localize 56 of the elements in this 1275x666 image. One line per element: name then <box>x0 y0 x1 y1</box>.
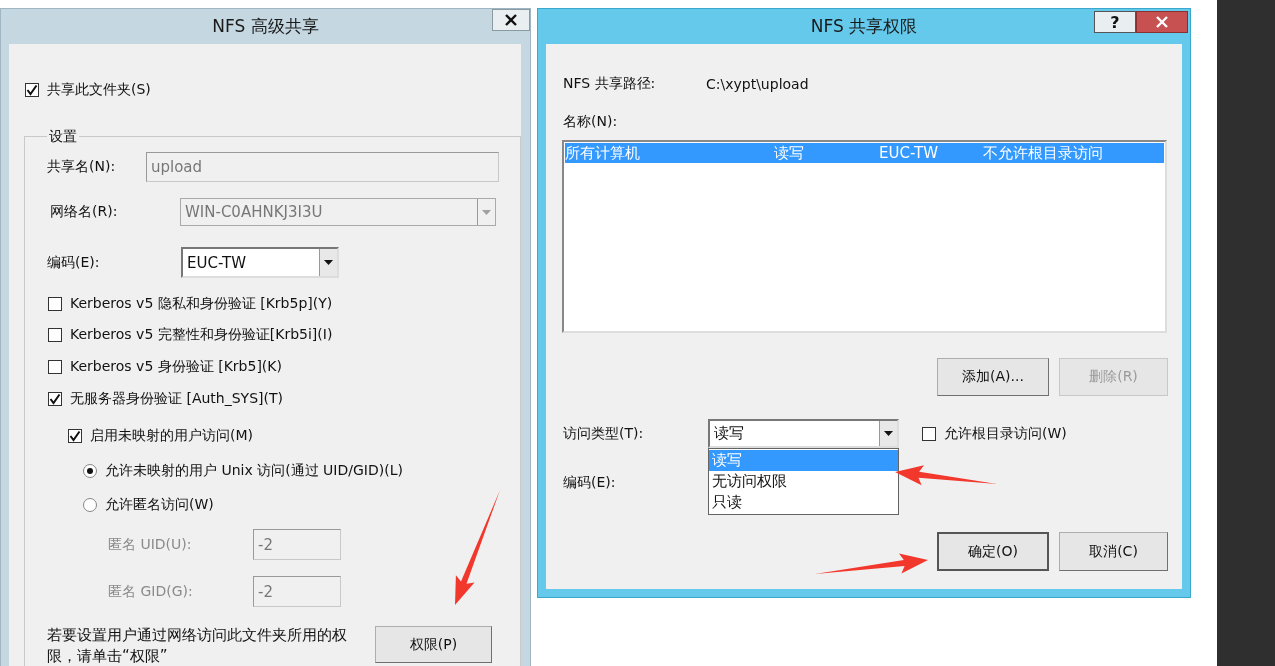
checkbox[interactable] <box>25 83 39 97</box>
dropdown-option[interactable]: 无访问权限 <box>709 471 898 492</box>
window-title: NFS 共享权限 <box>810 15 918 38</box>
checkbox-label: 允许根目录访问(W) <box>944 424 1067 443</box>
field-label: 网络名(R): <box>49 203 119 221</box>
radio-button[interactable] <box>83 464 97 478</box>
check-icon <box>26 84 38 96</box>
field-label: NFS 共享路径: <box>563 75 657 93</box>
cancel-button[interactable]: 取消(C) <box>1059 532 1168 571</box>
dropdown[interactable]: 读写 <box>708 419 899 448</box>
close-button[interactable] <box>492 9 530 31</box>
checkbox-label: Kerberos v5 隐私和身份验证 [Krb5p](Y) <box>70 295 333 313</box>
list-cell-text: 读写 <box>774 143 805 163</box>
field-label: 编码(E): <box>47 253 101 272</box>
field-label: 共享名(N): <box>47 158 117 176</box>
radio-label: 允许匿名访问(W) <box>105 496 214 514</box>
checkbox[interactable] <box>68 429 82 443</box>
check-icon <box>49 393 61 405</box>
checkbox[interactable] <box>48 328 62 342</box>
instruction-text: 若要设置用户通过网络访问此文件夹所用的权限，请单击“权限” <box>47 625 348 666</box>
checkbox-label: 共享此文件夹(S) <box>47 81 151 99</box>
ok-button[interactable]: 确定(O) <box>937 532 1049 571</box>
checkbox[interactable] <box>48 360 62 374</box>
permissions-button[interactable]: 权限(P) <box>375 626 492 663</box>
checkbox-label: Kerberos v5 完整性和身份验证[Krb5i](I) <box>70 326 333 344</box>
list-cell-text: 所有计算机 <box>565 143 641 163</box>
checkbox[interactable] <box>48 297 62 311</box>
checkbox[interactable] <box>922 426 936 441</box>
checkbox-label: 启用未映射的用户访问(M) <box>90 427 253 445</box>
radio-button[interactable] <box>83 498 97 512</box>
field-label: 名称(N): <box>563 113 618 131</box>
close-icon <box>1156 16 1168 28</box>
dropdown[interactable]: EUC-TW <box>181 247 339 278</box>
dropdown-option[interactable]: 只读 <box>709 492 898 513</box>
field-label: 匿名 GID(G): <box>108 582 194 601</box>
help-button[interactable]: ? <box>1094 11 1136 33</box>
caret-icon <box>324 260 333 265</box>
checkbox[interactable] <box>48 392 62 406</box>
list-cell-text: EUC-TW <box>879 144 939 162</box>
list-cell-text: 不允许根目录访问 <box>983 143 1104 163</box>
window-title: NFS 高级共享 <box>212 15 319 38</box>
check-icon <box>69 430 81 442</box>
caret-icon <box>884 431 893 436</box>
checkbox-label: 无服务器身份验证 [Auth_SYS](T) <box>70 390 283 408</box>
group-title: 设置 <box>48 127 78 145</box>
radio-dot <box>87 468 93 474</box>
checkbox-label: Kerberos v5 身份验证 [Krb5](K) <box>70 358 282 376</box>
close-icon <box>505 14 517 26</box>
field-label: 访问类型(T): <box>563 424 645 443</box>
field-label: 编码(E): <box>563 474 616 492</box>
radio-label: 允许未映射的用户 Unix 访问(通过 UID/GID)(L) <box>105 462 403 480</box>
path-value: C:\xypt\upload <box>706 76 809 92</box>
field-label: 匿名 UID(U): <box>108 535 193 554</box>
close-button[interactable] <box>1136 11 1188 33</box>
caret-icon <box>482 209 491 215</box>
add-button[interactable]: 添加(A)... <box>937 358 1049 396</box>
